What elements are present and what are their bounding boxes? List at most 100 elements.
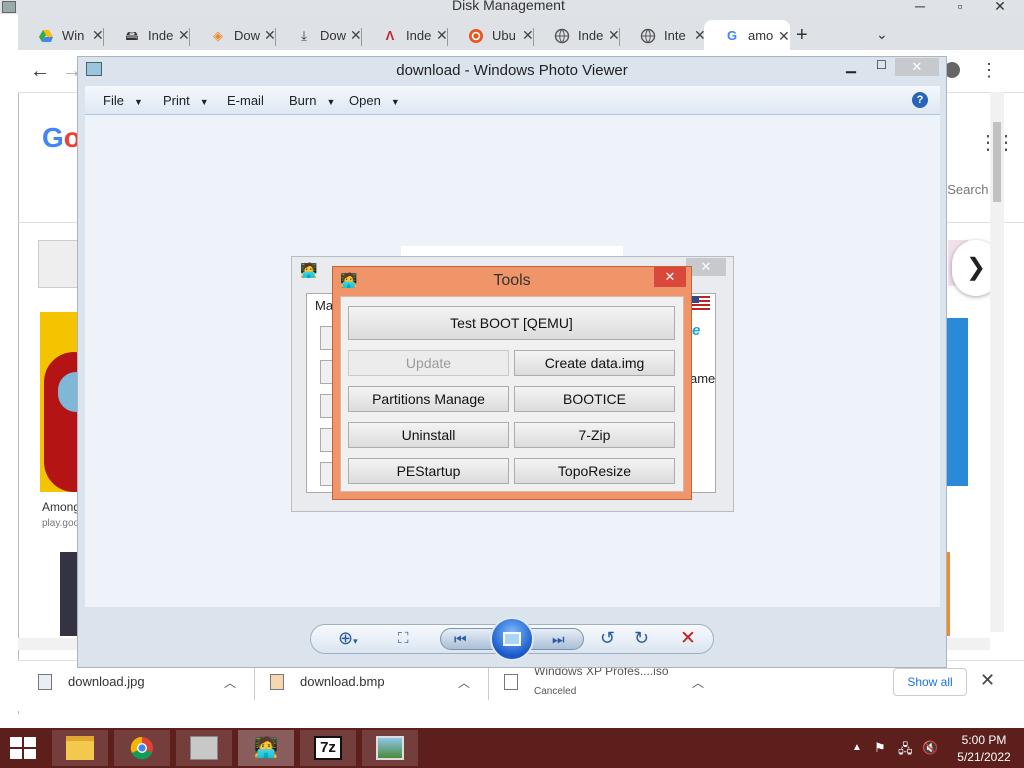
result-title[interactable]: Among <box>42 500 80 514</box>
speaker-muted-icon[interactable]: 🔇 <box>922 740 938 756</box>
browser-tab[interactable]: ◈ Dow ✕ <box>189 24 276 50</box>
7zip-button[interactable]: 7-Zip <box>514 422 675 448</box>
among-us-image[interactable] <box>40 312 78 492</box>
tab-close-icon[interactable]: ✕ <box>264 27 276 44</box>
app-icon: 🧑‍💻 <box>340 272 358 288</box>
taskbar-disk-management[interactable] <box>176 730 232 766</box>
tab-close-icon[interactable]: ✕ <box>92 27 104 44</box>
show-all-button[interactable]: Show all <box>893 668 967 696</box>
browser-tab[interactable]: ⤓ Dow ✕ <box>275 24 362 50</box>
dropdown-arrow-icon: ▼ <box>390 97 400 107</box>
tab-label: Dow <box>320 28 346 43</box>
globe-icon <box>640 28 656 44</box>
tab-label: Inde <box>578 28 604 43</box>
taskbar-7zip[interactable]: 7z <box>300 730 356 766</box>
test-boot-button[interactable]: Test BOOT [QEMU] <box>348 306 675 340</box>
new-tab-icon[interactable]: + <box>796 24 808 47</box>
result-image[interactable] <box>946 318 968 486</box>
google-drive-icon <box>38 28 54 44</box>
esearch-text: eSearch <box>940 182 989 197</box>
browser-tab[interactable]: Inde ✕ <box>533 24 620 50</box>
maximize-icon[interactable]: ☐ <box>876 58 887 72</box>
browser-tab[interactable]: 🖴 Inde ✕ <box>103 24 190 50</box>
bootice-button[interactable]: BOOTICE <box>514 386 675 412</box>
file-icon <box>270 674 284 690</box>
chevron-up-icon[interactable]: ︿ <box>224 674 236 691</box>
photo-viewer-icon <box>376 736 404 760</box>
taskbar-photo-viewer[interactable] <box>362 730 418 766</box>
tab-label: Inte <box>664 28 686 43</box>
photo-viewer-titlebar[interactable]: download - Windows Photo Viewer <box>77 56 947 86</box>
close-button[interactable]: ✕ <box>686 258 726 276</box>
scrollbar-thumb[interactable] <box>993 122 1001 202</box>
menu-burn[interactable]: Burn ▼ <box>289 93 335 108</box>
help-icon[interactable]: ? <box>912 92 928 108</box>
disk-management-titlebar: Disk Management ─ ▫ ✕ <box>0 0 1024 14</box>
actual-size-icon[interactable]: ⛶ <box>398 630 409 647</box>
zoom-icon[interactable]: ⊕▾ <box>338 628 358 649</box>
tab-close-icon[interactable]: ✕ <box>778 28 790 45</box>
menu-file[interactable]: File ▼ <box>103 93 143 108</box>
close-button[interactable]: ✕ <box>895 58 939 76</box>
previous-icon[interactable]: ⏮ <box>454 631 467 648</box>
download-filename: download.bmp <box>300 674 385 689</box>
tab-close-icon[interactable]: ✕ <box>608 27 620 44</box>
tab-close-icon[interactable]: ✕ <box>350 27 362 44</box>
tab-close-icon[interactable]: ✕ <box>436 27 448 44</box>
disk-icon: 🖴 <box>125 28 139 43</box>
start-button[interactable] <box>10 737 38 759</box>
pestartup-button[interactable]: PEStartup <box>348 458 509 484</box>
taskbar-chrome[interactable] <box>114 730 170 766</box>
dropdown-arrow-icon: ▼ <box>133 97 143 107</box>
back-arrow-icon[interactable]: ← <box>30 60 50 83</box>
network-icon[interactable]: 🖧 <box>898 740 913 762</box>
rotate-counterclockwise-icon[interactable]: ↺ <box>600 628 615 649</box>
vertical-scrollbar[interactable] <box>990 92 1004 632</box>
rotate-clockwise-icon[interactable]: ↻ <box>634 628 649 649</box>
update-button[interactable]: Update <box>348 350 509 376</box>
partitions-manage-button[interactable]: Partitions Manage <box>348 386 509 412</box>
tab-close-icon[interactable]: ✕ <box>522 27 534 44</box>
flag-alert-icon[interactable]: ⚑ <box>874 740 886 756</box>
result-source: play.goo <box>42 518 80 529</box>
chrome-icon <box>128 736 156 760</box>
tray-overflow-icon[interactable]: ▲ <box>852 742 862 753</box>
folder-icon <box>66 736 94 760</box>
taskbar-file-explorer[interactable] <box>52 730 108 766</box>
close-icon[interactable]: ✕ <box>980 670 995 691</box>
browser-tab[interactable]: Win ✕ <box>18 24 104 50</box>
tab-close-icon[interactable]: ✕ <box>178 27 190 44</box>
browser-tab[interactable]: Λ Inde ✕ <box>361 24 448 50</box>
panel-label: Ma <box>315 298 334 313</box>
toporesize-button[interactable]: TopoResize <box>514 458 675 484</box>
menu-print[interactable]: Print ▼ <box>163 93 209 108</box>
app-icon: 🧑‍💻 <box>300 262 318 278</box>
kebab-menu-icon[interactable]: ⋮ <box>980 60 998 81</box>
chevron-down-icon[interactable]: ⌄ <box>876 26 888 43</box>
disk-management-title: Disk Management <box>452 0 565 13</box>
clock-time[interactable]: 5:00 PM <box>954 733 1014 747</box>
slideshow-button[interactable] <box>490 617 534 661</box>
browser-tab[interactable]: Ubu ✕ <box>447 24 534 50</box>
chevron-up-icon[interactable]: ︿ <box>458 674 470 691</box>
delete-icon[interactable]: ✕ <box>680 627 696 650</box>
taskbar-tools-app[interactable]: 🧑‍💻 <box>238 730 294 766</box>
us-flag-icon[interactable] <box>690 296 710 310</box>
chevron-up-icon[interactable]: ︿ <box>692 674 704 691</box>
download-icon: ⤓ <box>301 28 307 43</box>
browser-tab-active[interactable]: G amo ✕ <box>704 20 790 50</box>
download-item[interactable]: download.bmp ︿ <box>270 668 489 700</box>
minimize-icon[interactable]: ▁ <box>846 58 856 74</box>
menu-open[interactable]: Open ▼ <box>349 93 400 108</box>
create-data-img-button[interactable]: Create data.img <box>514 350 675 376</box>
next-icon[interactable]: ⏭ <box>552 631 565 648</box>
download-filename: download.jpg <box>68 674 145 689</box>
clock-date[interactable]: 5/21/2022 <box>954 750 1014 764</box>
download-item[interactable]: download.jpg ︿ <box>38 668 255 700</box>
dialog-close-button[interactable]: ✕ <box>654 267 686 287</box>
uninstall-button[interactable]: Uninstall <box>348 422 509 448</box>
thumbnail-image[interactable] <box>38 240 78 288</box>
browser-tab[interactable]: Inte ✕ <box>619 24 706 50</box>
internet-explorer-icon[interactable]: e <box>692 322 700 339</box>
menu-email[interactable]: E-mail <box>227 93 264 108</box>
